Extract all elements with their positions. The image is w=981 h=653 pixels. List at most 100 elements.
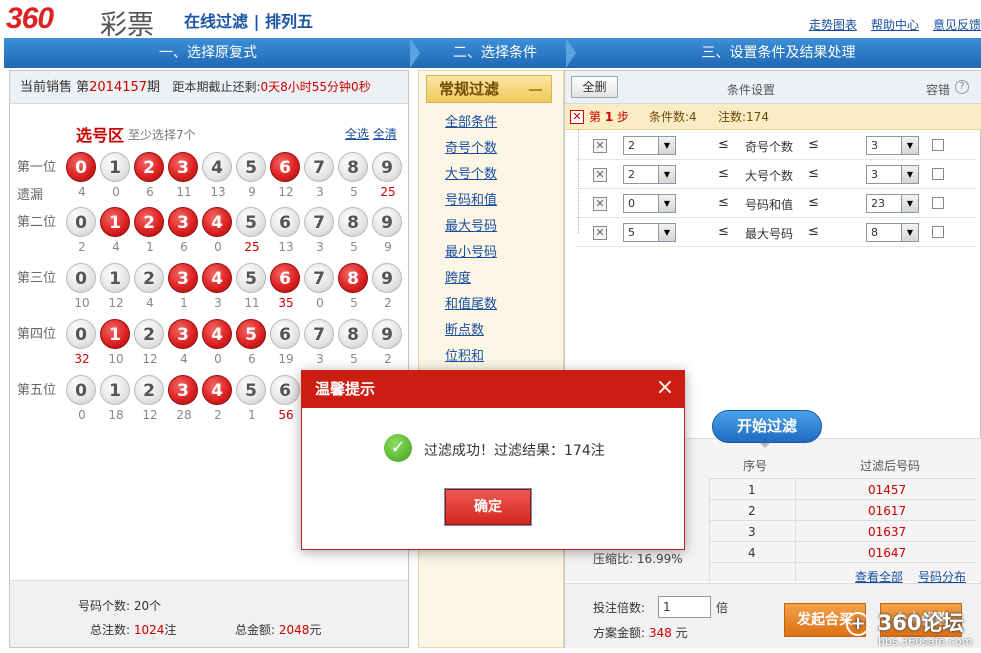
ball-3[interactable]: 3 <box>168 207 198 237</box>
remove-condition-icon[interactable]: ✕ <box>593 139 607 153</box>
condition-item[interactable]: 和值尾数 <box>445 293 497 312</box>
condition-item[interactable]: 位积和 <box>445 345 484 364</box>
ball-8[interactable]: 8 <box>338 263 368 293</box>
ball-3[interactable]: 3 <box>168 319 198 349</box>
condition-item[interactable]: 号码和值 <box>445 189 497 208</box>
ball-1[interactable]: 1 <box>100 375 130 405</box>
multiple-label: 投注倍数: <box>593 601 646 615</box>
max-select[interactable]: 23 ▼ <box>866 194 919 213</box>
ball-0[interactable]: 0 <box>66 152 96 182</box>
ball-2[interactable]: 2 <box>134 207 164 237</box>
ball-5[interactable]: 5 <box>236 207 266 237</box>
plan-amount-label: 方案金额: <box>593 626 646 640</box>
tolerance-checkbox[interactable] <box>932 197 944 209</box>
min-select[interactable]: 2 ▼ <box>623 136 676 155</box>
ball-5[interactable]: 5 <box>236 263 266 293</box>
ball-6[interactable]: 6 <box>270 263 300 293</box>
ball-2[interactable]: 2 <box>134 263 164 293</box>
delete-all-button[interactable]: 全删 <box>571 76 618 98</box>
close-icon[interactable]: × <box>654 377 676 400</box>
ball-8[interactable]: 8 <box>338 319 368 349</box>
ball-5[interactable]: 5 <box>236 319 266 349</box>
condition-item[interactable]: 跨度 <box>445 267 471 286</box>
condition-name: 号码和值 <box>745 198 794 212</box>
tolerance-checkbox[interactable] <box>932 168 944 180</box>
condition-item[interactable]: 全部条件 <box>445 111 497 130</box>
max-select[interactable]: 3 ▼ <box>866 165 919 184</box>
ball-4[interactable]: 4 <box>202 319 232 349</box>
clear-all-link[interactable]: 全清 <box>373 127 397 141</box>
max-select[interactable]: 8 ▼ <box>866 223 919 242</box>
remove-condition-icon[interactable]: ✕ <box>593 197 607 211</box>
result-number[interactable]: 01457 <box>868 483 906 497</box>
multiple-input[interactable]: 1 <box>658 596 711 618</box>
condition-item[interactable]: 断点数 <box>445 319 484 338</box>
ball-0[interactable]: 0 <box>66 375 96 405</box>
ball-1[interactable]: 1 <box>100 207 130 237</box>
ball-4[interactable]: 4 <box>202 207 232 237</box>
help-icon[interactable]: ? <box>955 80 969 94</box>
ball-7[interactable]: 7 <box>304 263 334 293</box>
help-center-link[interactable]: 帮助中心 <box>871 18 919 32</box>
ball-6[interactable]: 6 <box>270 375 300 405</box>
ball-6[interactable]: 6 <box>270 319 300 349</box>
result-number[interactable]: 01637 <box>868 525 906 539</box>
ball-9[interactable]: 9 <box>372 152 402 182</box>
trend-chart-link[interactable]: 走势图表 <box>809 18 857 32</box>
ball-5[interactable]: 5 <box>236 152 266 182</box>
ball-6[interactable]: 6 <box>270 152 300 182</box>
ball-5[interactable]: 5 <box>236 375 266 405</box>
ball-7[interactable]: 7 <box>304 207 334 237</box>
min-select[interactable]: 5 ▼ <box>623 223 676 242</box>
confirm-button[interactable]: 确定 <box>444 488 532 526</box>
ball-6[interactable]: 6 <box>270 207 300 237</box>
select-all-link[interactable]: 全选 <box>345 127 369 141</box>
condition-item[interactable]: 最大号码 <box>445 215 497 234</box>
ball-8[interactable]: 8 <box>338 152 368 182</box>
ball-7[interactable]: 7 <box>304 319 334 349</box>
collapse-icon[interactable]: — <box>528 76 543 102</box>
miss-value: 10 <box>74 296 90 310</box>
feedback-link[interactable]: 意见反馈 <box>933 18 981 32</box>
ball-0[interactable]: 0 <box>66 207 96 237</box>
ball-9[interactable]: 9 <box>372 207 402 237</box>
ball-4[interactable]: 4 <box>202 152 232 182</box>
max-select[interactable]: 3 ▼ <box>866 136 919 155</box>
min-select[interactable]: 2 ▼ <box>623 165 676 184</box>
ball-3[interactable]: 3 <box>168 263 198 293</box>
ball-0[interactable]: 0 <box>66 319 96 349</box>
result-number[interactable]: 01617 <box>868 504 906 518</box>
ball-7[interactable]: 7 <box>304 152 334 182</box>
ball-1[interactable]: 1 <box>100 319 130 349</box>
row-label: 第二位 <box>17 215 57 230</box>
regular-filter-header[interactable]: 常规过滤 — <box>426 75 552 103</box>
ball-2[interactable]: 2 <box>134 152 164 182</box>
tolerance-checkbox[interactable] <box>932 139 944 151</box>
ball-3[interactable]: 3 <box>168 375 198 405</box>
ball-3[interactable]: 3 <box>168 152 198 182</box>
start-filter-button[interactable]: 开始过滤 <box>712 410 822 443</box>
result-number[interactable]: 01647 <box>868 546 906 560</box>
remove-step-icon[interactable]: ✕ <box>570 110 584 124</box>
ball-4[interactable]: 4 <box>202 375 232 405</box>
pick-hint: 至少选择7个 <box>128 128 196 142</box>
ball-1[interactable]: 1 <box>100 263 130 293</box>
step-label-post: 步 <box>617 110 630 124</box>
remove-condition-icon[interactable]: ✕ <box>593 226 607 240</box>
tolerance-checkbox[interactable] <box>932 226 944 238</box>
ball-9[interactable]: 9 <box>372 319 402 349</box>
ball-8[interactable]: 8 <box>338 207 368 237</box>
min-select[interactable]: 0 ▼ <box>623 194 676 213</box>
ball-0[interactable]: 0 <box>66 263 96 293</box>
compress-value: 16.99% <box>636 552 683 566</box>
condition-row: ✕ 2 ▼ ≤ 大号个数 ≤3 ▼ <box>575 160 975 189</box>
condition-item[interactable]: 大号个数 <box>445 163 497 182</box>
ball-1[interactable]: 1 <box>100 152 130 182</box>
ball-4[interactable]: 4 <box>202 263 232 293</box>
ball-9[interactable]: 9 <box>372 263 402 293</box>
ball-2[interactable]: 2 <box>134 319 164 349</box>
condition-item[interactable]: 奇号个数 <box>445 137 497 156</box>
ball-2[interactable]: 2 <box>134 375 164 405</box>
remove-condition-icon[interactable]: ✕ <box>593 168 607 182</box>
condition-item[interactable]: 最小号码 <box>445 241 497 260</box>
